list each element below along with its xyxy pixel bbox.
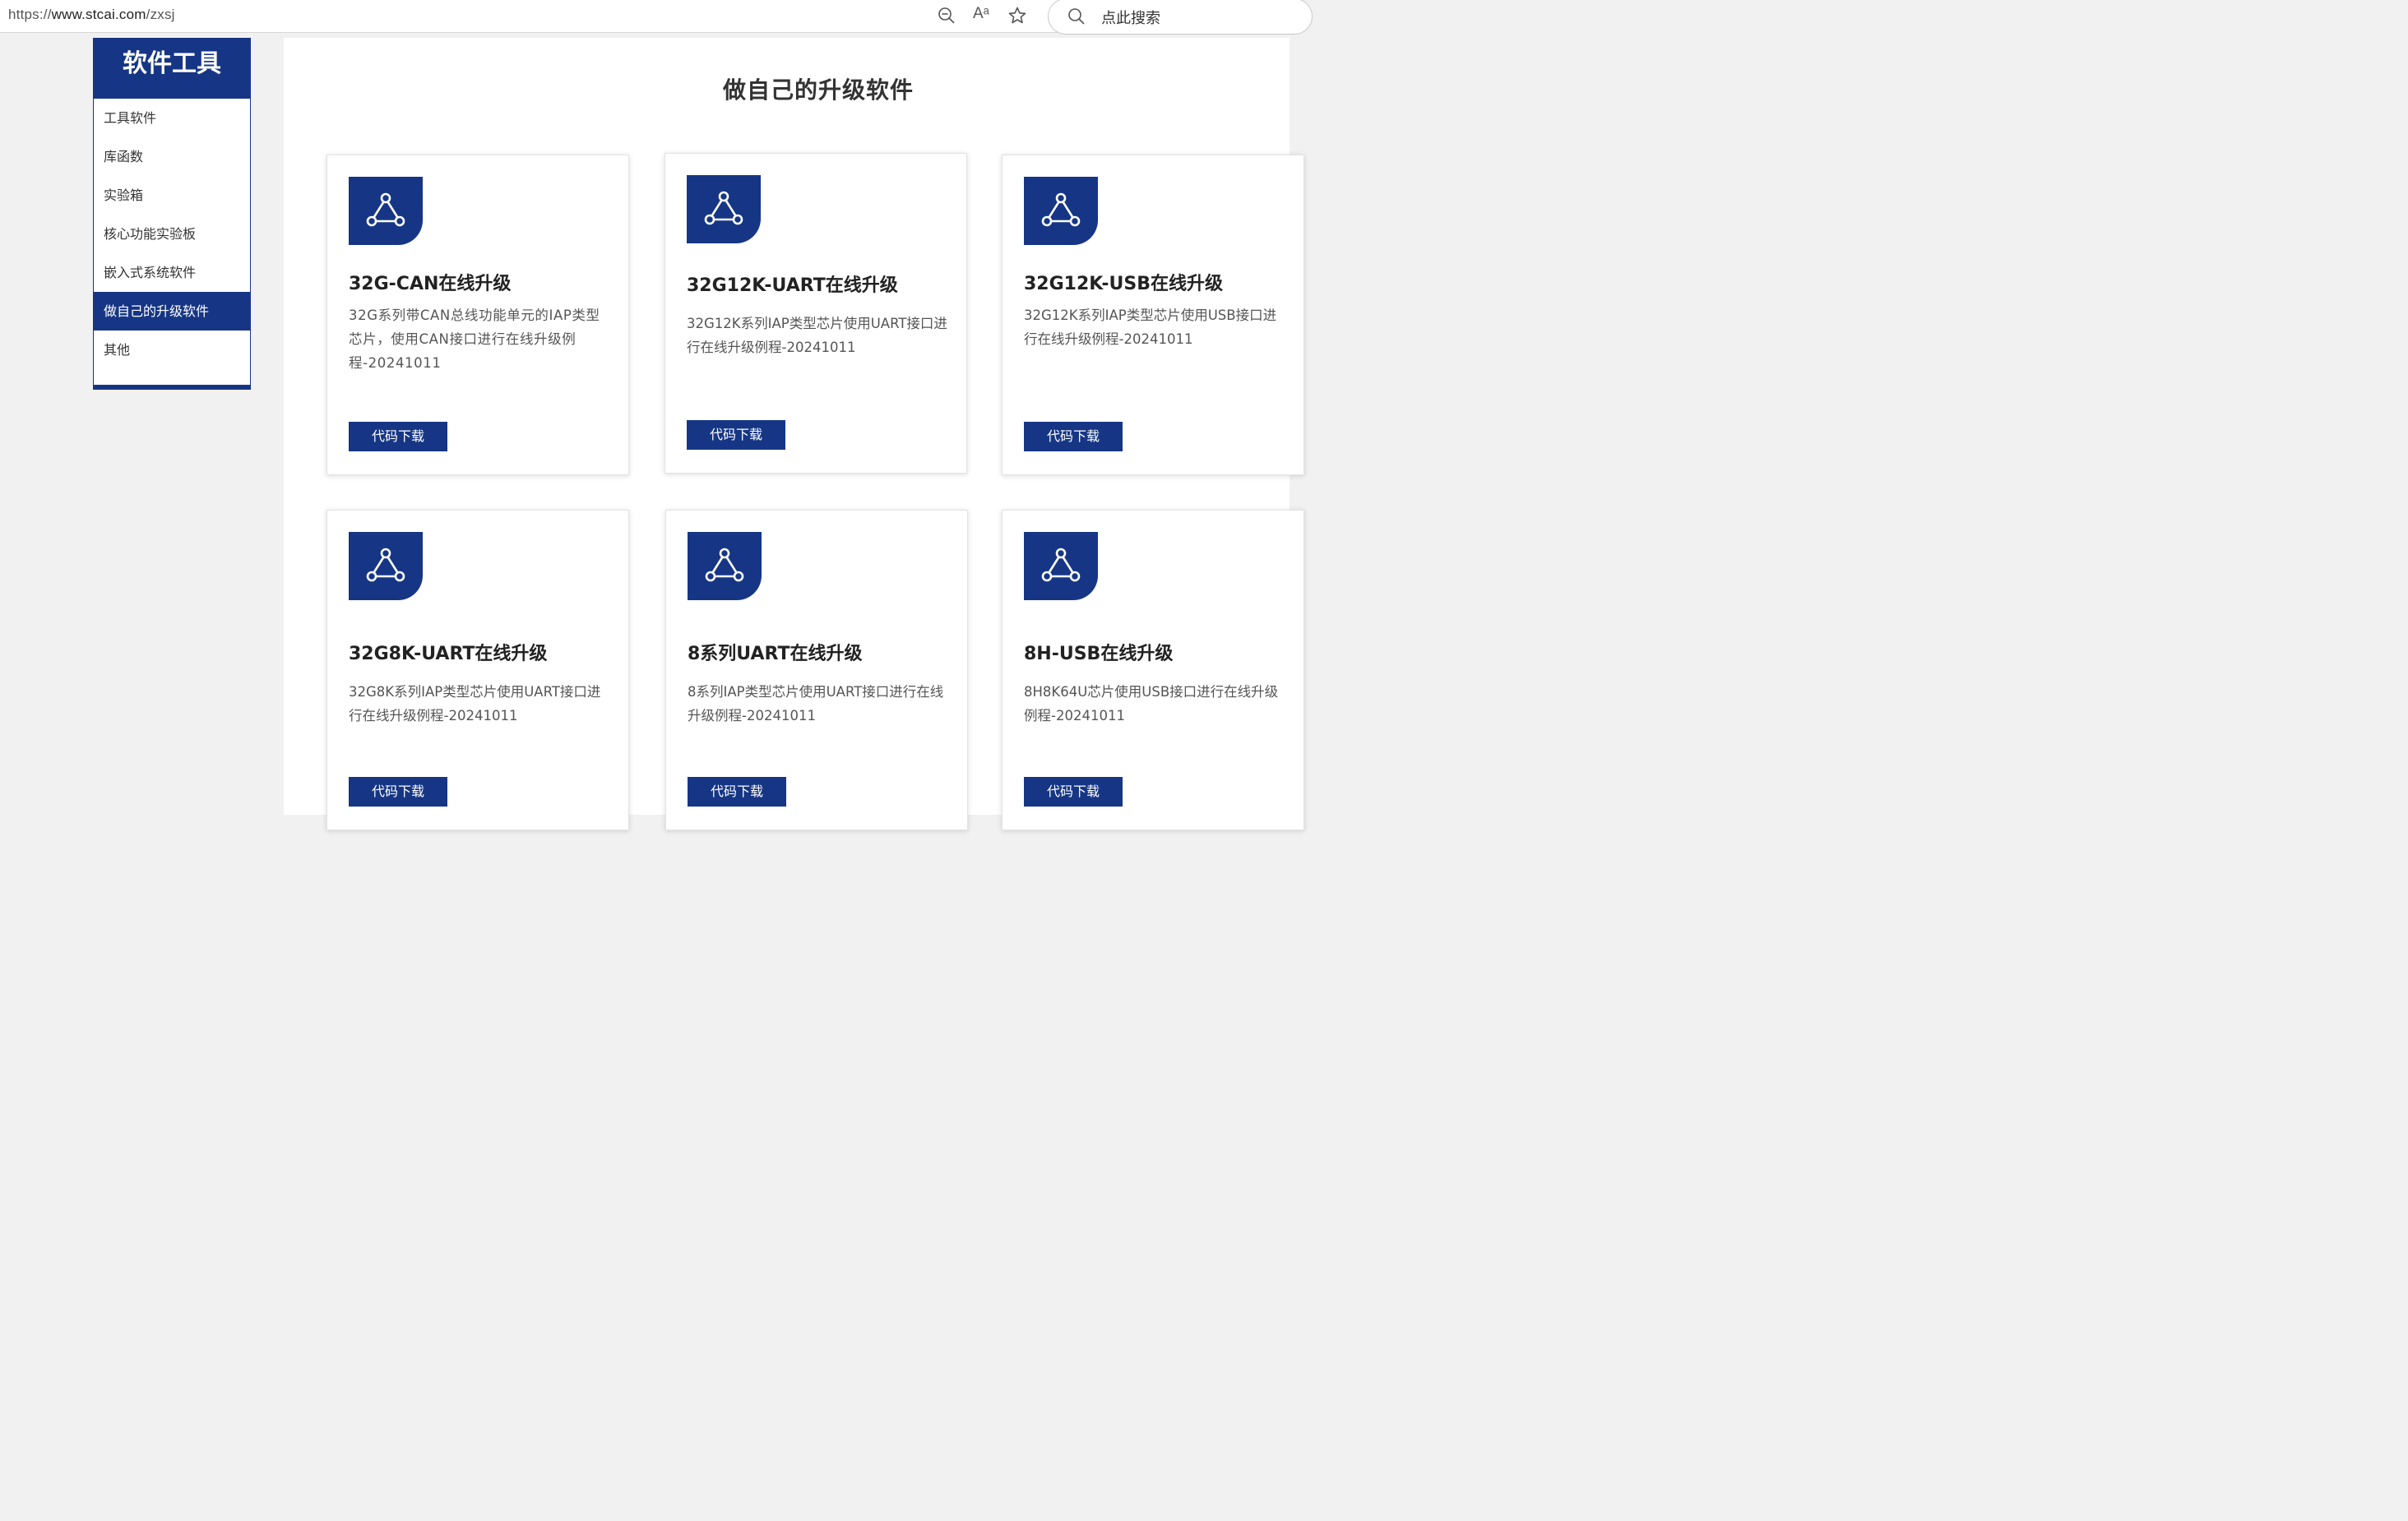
product-card: 32G-CAN在线升级 32G系列带CAN总线功能单元的IAP类型芯片，使用CA… (326, 155, 629, 475)
product-card: 32G12K-UART在线升级 32G12K系列IAP类型芯片使用UART接口进… (665, 153, 967, 474)
main-content: 做自己的升级软件 32G-CAN在线升级 32G系列带CAN总线功能单元的IAP… (284, 38, 1304, 830)
browser-toolbar: https://www.stcai.com/zxsj Aᵃ 点此搜索 (0, 0, 1313, 35)
network-triangle-icon (349, 177, 423, 245)
product-card: 32G12K-USB在线升级 32G12K系列IAP类型芯片使用USB接口进行在… (1002, 155, 1304, 475)
address-bar-url[interactable]: https://www.stcai.com/zxsj (8, 7, 175, 23)
card-title: 32G12K-USB在线升级 (1024, 274, 1224, 294)
search-input[interactable]: 点此搜索 (1101, 7, 1160, 28)
network-triangle-icon (1024, 532, 1098, 600)
url-host: www.stcai.com (51, 7, 146, 22)
product-card: 8系列UART在线升级 8系列IAP类型芯片使用UART接口进行在线升级例程-2… (665, 510, 968, 830)
download-code-button[interactable]: 代码下载 (1024, 777, 1123, 807)
sidebar-title: 软件工具 (94, 39, 250, 99)
search-icon (1067, 7, 1086, 26)
card-description: 8系列IAP类型芯片使用UART接口进行在线升级例程-20241011 (688, 684, 944, 724)
card-description: 32G8K系列IAP类型芯片使用UART接口进行在线升级例程-20241011 (349, 684, 601, 724)
sidebar-item-embedded-software[interactable]: 嵌入式系统软件 (94, 253, 250, 292)
card-title: 8系列UART在线升级 (688, 644, 863, 664)
sidebar-item-upgrade-software[interactable]: 做自己的升级软件 (94, 292, 250, 331)
network-triangle-icon (688, 532, 762, 600)
download-code-button[interactable]: 代码下载 (1024, 422, 1123, 451)
read-aloud-icon[interactable]: Aᵃ (973, 5, 989, 23)
network-triangle-icon (1024, 177, 1098, 245)
sidebar-item-core-board[interactable]: 核心功能实验板 (94, 215, 250, 253)
card-description: 32G12K系列IAP类型芯片使用USB接口进行在线升级例程-20241011 (1024, 307, 1277, 347)
product-card: 8H-USB在线升级 8H8K64U芯片使用USB接口进行在线升级例程-2024… (1002, 510, 1304, 830)
zoom-out-icon[interactable] (937, 6, 956, 25)
sidebar-nav: 软件工具 工具软件 库函数 实验箱 核心功能实验板 嵌入式系统软件 做自己的升级… (93, 38, 251, 390)
sidebar-item-other[interactable]: 其他 (94, 331, 250, 369)
card-description: 8H8K64U芯片使用USB接口进行在线升级例程-20241011 (1024, 684, 1279, 724)
page-title: 做自己的升级软件 (722, 76, 914, 104)
sidebar-item-lab-box[interactable]: 实验箱 (94, 176, 250, 215)
card-title: 32G-CAN在线升级 (349, 274, 512, 294)
card-title: 8H-USB在线升级 (1024, 644, 1174, 664)
download-code-button[interactable]: 代码下载 (349, 422, 447, 451)
network-triangle-icon (687, 175, 761, 243)
search-box[interactable]: 点此搜索 (1048, 0, 1313, 35)
card-title: 32G12K-UART在线升级 (687, 275, 898, 296)
star-icon[interactable] (1007, 6, 1027, 25)
sidebar-item-library[interactable]: 库函数 (94, 137, 250, 176)
card-title: 32G8K-UART在线升级 (349, 644, 548, 664)
download-code-button[interactable]: 代码下载 (688, 777, 786, 807)
card-description: 32G系列带CAN总线功能单元的IAP类型芯片，使用CAN接口进行在线升级例程-… (349, 307, 600, 371)
url-path: /zxsj (146, 7, 175, 22)
product-card: 32G8K-UART在线升级 32G8K系列IAP类型芯片使用UART接口进行在… (326, 510, 629, 830)
sidebar-item-tools[interactable]: 工具软件 (94, 99, 250, 137)
download-code-button[interactable]: 代码下载 (349, 777, 447, 807)
network-triangle-icon (349, 532, 423, 600)
card-description: 32G12K系列IAP类型芯片使用UART接口进行在线升级例程-20241011 (687, 316, 947, 355)
download-code-button[interactable]: 代码下载 (687, 420, 785, 450)
url-scheme: https:// (8, 7, 52, 22)
